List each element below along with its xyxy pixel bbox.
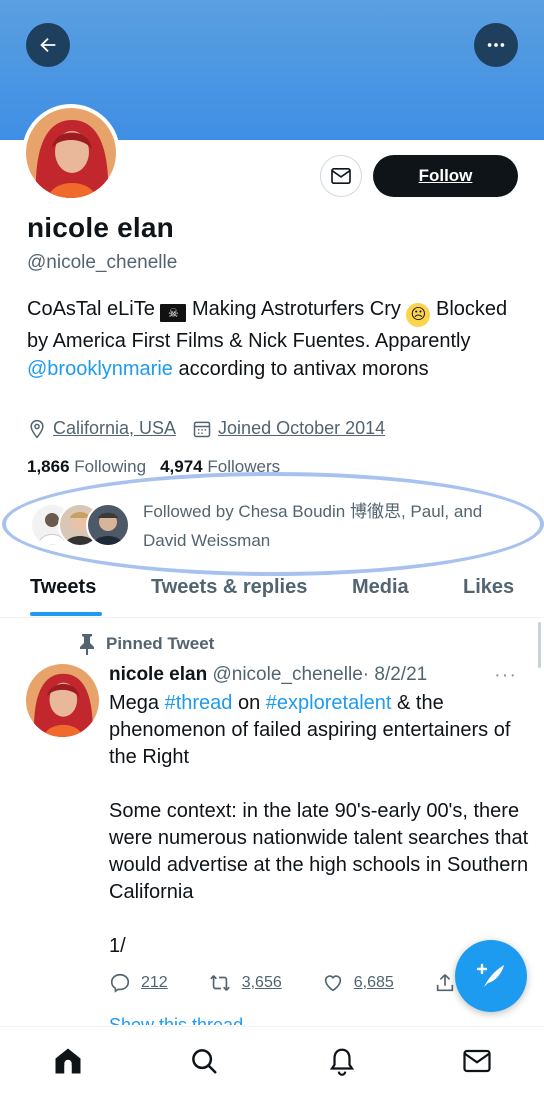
message-button[interactable] bbox=[320, 155, 362, 197]
like-count: 6,685 bbox=[353, 974, 394, 991]
share-icon bbox=[436, 974, 453, 992]
tweet-text: Mega #thread on #exploretalent & the phe… bbox=[109, 690, 529, 960]
nav-notifications[interactable] bbox=[326, 1045, 358, 1077]
tweet-avatar[interactable] bbox=[26, 664, 99, 737]
follow-button[interactable]: Follow bbox=[373, 155, 518, 197]
bio-mention-link[interactable]: @brooklynmarie bbox=[27, 358, 173, 380]
profile-bio: CoAsTal eLiTe ☠ Making Astroturfers Cry … bbox=[27, 295, 522, 383]
calendar-icon bbox=[193, 421, 211, 437]
nav-home[interactable] bbox=[52, 1045, 84, 1077]
hashtag-link[interactable]: #exploretalent bbox=[266, 692, 392, 714]
bottom-navigation bbox=[0, 1026, 544, 1103]
pinned-label: Pinned Tweet bbox=[78, 633, 214, 655]
following-label: Following bbox=[74, 457, 147, 476]
followed-by-avatars[interactable] bbox=[30, 503, 130, 549]
envelope-icon bbox=[331, 167, 351, 185]
bell-icon bbox=[329, 1048, 355, 1076]
crying-face-icon: ☹ bbox=[406, 303, 431, 327]
tweet-more-icon[interactable]: ··· bbox=[494, 664, 517, 687]
retweet-button[interactable]: 3,656 bbox=[208, 972, 282, 994]
profile-meta: California, USA Joined October 2014 bbox=[27, 418, 401, 439]
reply-button[interactable]: 212 bbox=[109, 972, 168, 994]
tweet-author-name[interactable]: nicole elan bbox=[109, 664, 207, 685]
nav-search[interactable] bbox=[188, 1045, 220, 1077]
retweet-icon bbox=[209, 975, 230, 991]
nav-messages[interactable] bbox=[461, 1045, 493, 1077]
hashtag-link[interactable]: #thread bbox=[165, 692, 233, 714]
joined-date: Joined October 2014 bbox=[218, 418, 386, 438]
reply-icon bbox=[110, 973, 130, 993]
location-link[interactable]: California, USA bbox=[53, 418, 176, 439]
profile-handle: @nicole_chenelle bbox=[27, 252, 178, 273]
following-link[interactable]: 1,866 Following bbox=[27, 457, 146, 477]
home-icon bbox=[55, 1048, 81, 1074]
tab-tweets[interactable]: Tweets bbox=[30, 576, 96, 599]
tweet-text-mid: on bbox=[232, 692, 266, 714]
back-button[interactable] bbox=[26, 23, 70, 67]
heart-icon bbox=[324, 975, 341, 992]
followed-by-text[interactable]: Followed by Chesa Boudin 博徹思, Paul, and … bbox=[143, 497, 523, 555]
arrow-left-icon bbox=[40, 37, 56, 53]
compose-tweet-button[interactable] bbox=[455, 940, 527, 1012]
profile-name: nicole elan bbox=[27, 212, 174, 243]
tweet-date: · 8/2/21 bbox=[362, 664, 428, 685]
pin-icon bbox=[80, 634, 94, 655]
search-icon bbox=[192, 1049, 217, 1074]
more-horizontal-icon bbox=[487, 43, 505, 47]
like-button[interactable]: 6,685 bbox=[322, 972, 394, 994]
profile-avatar[interactable] bbox=[22, 104, 120, 202]
more-button[interactable] bbox=[474, 23, 518, 67]
envelope-icon bbox=[463, 1049, 491, 1073]
reply-count: 212 bbox=[141, 974, 168, 991]
bio-text-1: CoAsTal eLiTe bbox=[27, 298, 161, 320]
tweet-text-pre: Mega bbox=[109, 692, 165, 714]
pirate-flag-icon: ☠ bbox=[160, 304, 187, 322]
active-tab-indicator bbox=[30, 612, 102, 616]
tab-media[interactable]: Media bbox=[352, 576, 409, 599]
tweet-header: nicole elan @nicole_chenelle· 8/2/21 bbox=[109, 664, 427, 686]
retweet-count: 3,656 bbox=[241, 974, 282, 991]
show-thread-link[interactable]: Show this thread bbox=[109, 1015, 243, 1025]
compose-feather-icon bbox=[476, 963, 504, 987]
bio-text-2: Making Astroturfers Cry bbox=[186, 298, 407, 320]
tab-likes[interactable]: Likes bbox=[463, 576, 514, 599]
tab-tweets-replies[interactable]: Tweets & replies bbox=[151, 576, 307, 599]
scrollbar[interactable] bbox=[538, 622, 541, 668]
tweet-text-post: & the phenomenon of failed aspiring ente… bbox=[109, 692, 529, 957]
tweet-actions: 212 3,656 6,685 bbox=[109, 968, 469, 998]
location-pin-icon bbox=[30, 419, 44, 438]
following-count: 1,866 bbox=[27, 457, 70, 476]
avatar bbox=[86, 503, 130, 547]
bio-text-4: according to antivax morons bbox=[172, 358, 429, 380]
profile-tabs: Tweets Tweets & replies Media Likes bbox=[0, 568, 544, 618]
tweet-author-handle: @nicole_chenelle bbox=[212, 664, 363, 685]
pinned-text: Pinned Tweet bbox=[106, 634, 215, 653]
share-button[interactable] bbox=[434, 972, 456, 994]
